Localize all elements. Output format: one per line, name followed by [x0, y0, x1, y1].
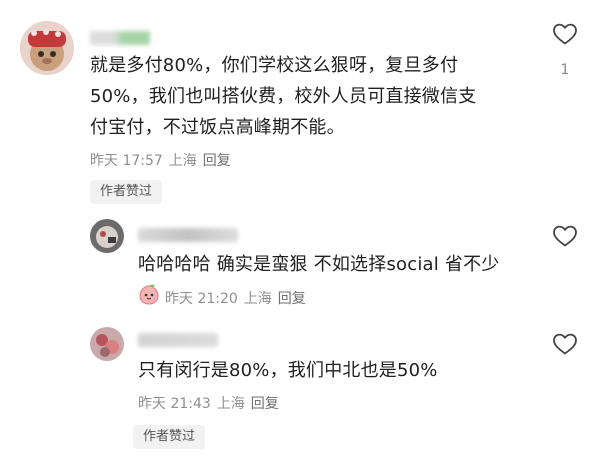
like-button[interactable]	[550, 224, 580, 252]
comment-line: 就是多付80%，你们学校这么狠呀，复旦多付	[90, 55, 459, 76]
avatar[interactable]	[90, 327, 124, 361]
like-button[interactable]	[550, 332, 580, 360]
avatar-image	[90, 327, 124, 361]
like-count: 1	[560, 62, 570, 78]
reply-time: 昨天 21:43	[138, 396, 211, 412]
avatar[interactable]	[20, 21, 74, 75]
comment-line: 50%，我们也叫搭伙费，校外人员可直接微信支	[90, 86, 477, 107]
heart-icon[interactable]	[552, 332, 578, 356]
reply-location: 上海	[216, 396, 245, 412]
username-blurred[interactable]	[138, 228, 238, 242]
like-button[interactable]: 1	[550, 22, 580, 78]
reply-button[interactable]: 回复	[251, 396, 279, 412]
comment-location: 上海	[168, 153, 197, 169]
username-blurred[interactable]	[138, 333, 218, 347]
reply-text: 只有闵行是80%，我们中北也是50%	[138, 360, 438, 381]
reply-button[interactable]: 回复	[278, 291, 306, 307]
comment-text: 就是多付80%，你们学校这么狠呀，复旦多付 50%，我们也叫搭伙费，校外人员可直…	[90, 50, 550, 143]
reply-location: 上海	[243, 291, 272, 307]
avatar[interactable]	[90, 219, 124, 253]
reply-text: 哈哈哈哈 确实是蛮狠 不如选择social 省不少	[138, 254, 500, 275]
reply-meta: 昨天 21:20 上海 回复	[165, 288, 312, 308]
sticker-avatar	[137, 283, 161, 307]
avatar-image	[90, 219, 124, 253]
author-liked-badge: 作者赞过	[133, 425, 206, 449]
comment-meta: 昨天 17:57 上海 回复	[90, 150, 237, 170]
comment-line: 付宝付，不过饭点高峰期不能。	[90, 117, 345, 138]
comment-time: 昨天 17:57	[90, 153, 163, 169]
peach-sticker-icon	[139, 284, 159, 305]
avatar-image	[20, 21, 74, 75]
reply-time: 昨天 21:20	[165, 291, 238, 307]
heart-icon[interactable]	[552, 224, 578, 248]
heart-icon[interactable]	[552, 22, 578, 46]
reply-meta: 昨天 21:43 上海 回复	[138, 393, 285, 413]
username-blurred[interactable]	[90, 31, 150, 45]
author-liked-badge: 作者赞过	[90, 180, 163, 204]
reply-button[interactable]: 回复	[203, 153, 231, 169]
